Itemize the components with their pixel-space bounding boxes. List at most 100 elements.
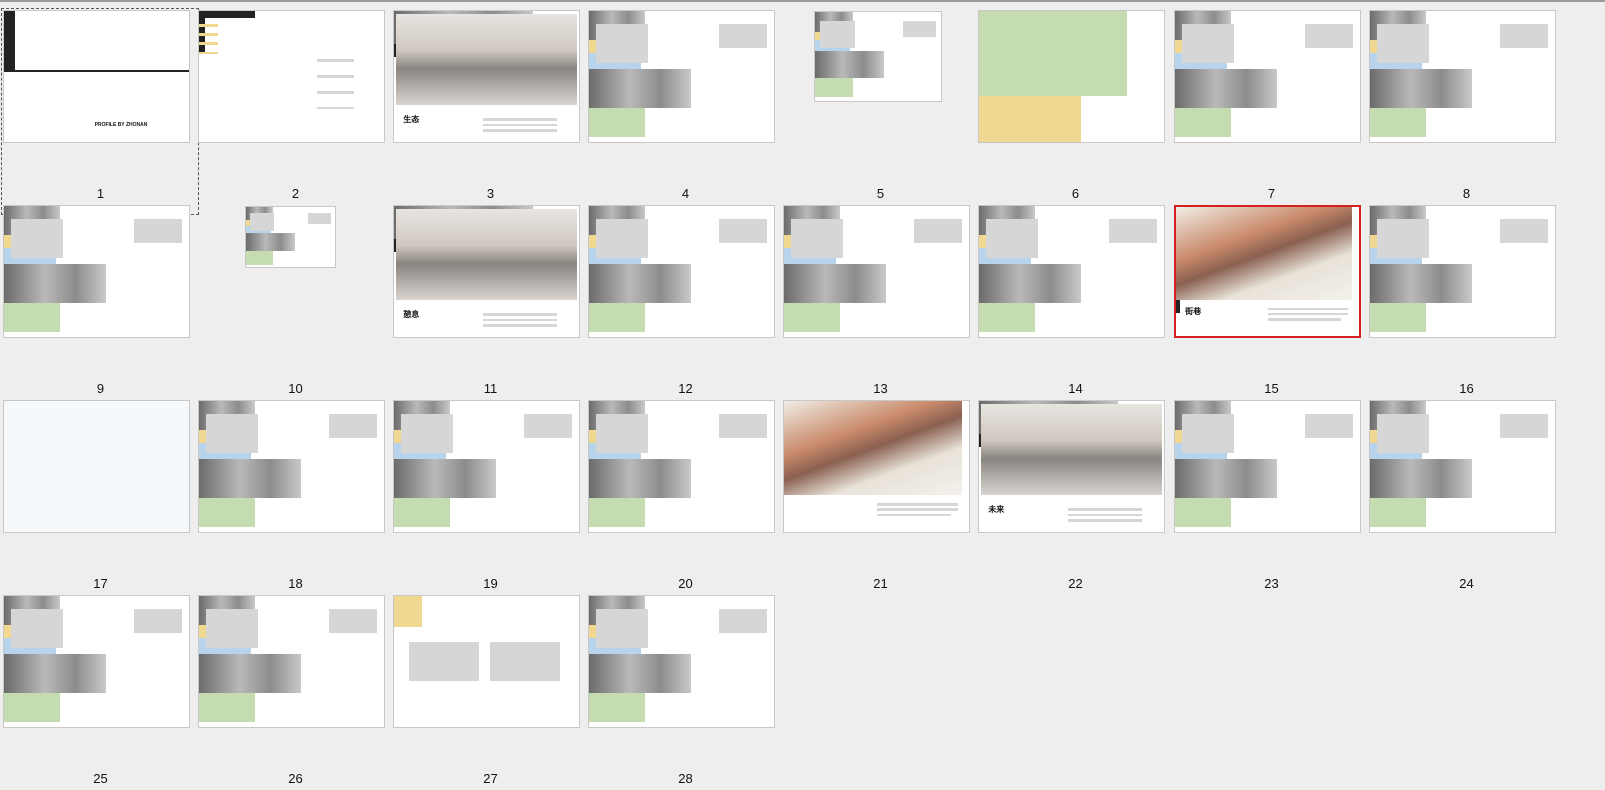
thumb-graphic xyxy=(482,313,557,317)
thumb-graphic xyxy=(718,609,767,633)
slide-thumbnail[interactable] xyxy=(1369,10,1556,143)
slide-number: 5 xyxy=(876,186,885,201)
slide-number: 23 xyxy=(1264,576,1279,591)
slide-thumbnail[interactable] xyxy=(588,10,775,143)
slide-cell[interactable]: 16 xyxy=(1369,205,1564,400)
slide-cell[interactable]: 10 xyxy=(198,205,393,400)
slide-cell[interactable]: 5 xyxy=(783,10,978,205)
thumb-graphic xyxy=(317,106,355,110)
thumb-graphic xyxy=(791,219,844,259)
slide-thumbnail[interactable] xyxy=(393,595,580,728)
thumb-graphic xyxy=(408,641,480,682)
slide-thumbnail[interactable] xyxy=(198,400,385,533)
slide-cell[interactable]: 街巷 15 xyxy=(1174,205,1369,400)
slide-cell[interactable]: 2 xyxy=(198,10,393,205)
thumb-graphic xyxy=(589,107,645,137)
slide-cell[interactable]: 12 xyxy=(588,205,783,400)
thumb-graphic xyxy=(876,513,951,517)
thumb-graphic xyxy=(206,414,259,454)
slide-thumbnail[interactable] xyxy=(3,205,190,338)
thumb-graphic xyxy=(1370,458,1472,498)
slide-cell[interactable]: 21 xyxy=(783,400,978,595)
thumb-graphic xyxy=(11,609,64,649)
slide-thumbnail[interactable]: PROFILE BY ZHONAN xyxy=(3,10,190,143)
slide-thumbnail[interactable] xyxy=(783,400,970,533)
slide-thumbnail[interactable] xyxy=(3,595,190,728)
thumb-graphic xyxy=(317,90,355,94)
thumb-graphic xyxy=(718,414,767,438)
thumb-graphic xyxy=(979,263,1081,303)
thumb-graphic xyxy=(913,219,962,243)
slide-cell[interactable]: 28 xyxy=(588,595,783,790)
slide-thumbnail[interactable] xyxy=(588,205,775,338)
slide-number: 17 xyxy=(93,576,108,591)
slide-thumbnail[interactable] xyxy=(245,206,336,268)
slide-thumbnail[interactable] xyxy=(588,595,775,728)
thumb-graphic xyxy=(986,219,1039,259)
thumb-graphic xyxy=(820,20,856,48)
slide-thumbnail[interactable] xyxy=(588,400,775,533)
slide-number: 13 xyxy=(873,381,888,396)
slide-cell[interactable]: 24 xyxy=(1369,400,1564,595)
slide-cell[interactable]: 25 xyxy=(3,595,198,790)
slide-cell[interactable]: 憩息 11 xyxy=(393,205,588,400)
thumb-graphic xyxy=(1370,107,1426,137)
slide-cell[interactable]: 7 xyxy=(1174,10,1369,205)
slide-number: 27 xyxy=(483,771,498,786)
thumb-graphic xyxy=(1499,24,1548,48)
slide-thumbnail[interactable] xyxy=(1369,400,1556,533)
slide-thumbnail[interactable] xyxy=(198,10,385,143)
slide-cell[interactable]: 生态 3 xyxy=(393,10,588,205)
slide-cell[interactable]: 20 xyxy=(588,400,783,595)
slide-cell[interactable]: 4 xyxy=(588,10,783,205)
thumb-graphic xyxy=(979,11,1127,97)
slide-cell[interactable]: 19 xyxy=(393,400,588,595)
thumb-graphic xyxy=(482,318,557,322)
slide-thumbnail[interactable] xyxy=(978,205,1165,338)
slide-number: 12 xyxy=(678,381,693,396)
thumb-graphic xyxy=(1377,24,1430,64)
thumb-graphic xyxy=(199,11,255,18)
thumb-graphic xyxy=(394,611,422,628)
slide-cell[interactable]: 13 xyxy=(783,205,978,400)
thumb-graphic xyxy=(784,302,840,332)
slide-thumbnail[interactable] xyxy=(3,400,190,533)
slide-thumbnail[interactable] xyxy=(814,11,942,102)
slide-thumbnail[interactable] xyxy=(783,205,970,338)
slide-cell[interactable]: 17 xyxy=(3,400,198,595)
thumb-graphic xyxy=(1108,219,1157,243)
thumb-graphic xyxy=(4,692,60,722)
slide-thumbnail[interactable] xyxy=(393,400,580,533)
thumb-graphic xyxy=(246,251,273,265)
thumb-graphic xyxy=(589,497,645,527)
slide-cell[interactable]: 8 xyxy=(1369,10,1564,205)
slide-thumbnail[interactable] xyxy=(1174,10,1361,143)
thumb-graphic xyxy=(876,503,958,506)
slide-thumbnail[interactable]: 憩息 xyxy=(393,205,580,338)
slide-number: 24 xyxy=(1459,576,1474,591)
slide-title-text: 憩息 xyxy=(403,310,420,320)
slide-thumbnail[interactable] xyxy=(1174,400,1361,533)
slide-cell[interactable]: 26 xyxy=(198,595,393,790)
slide-cell[interactable]: 27 xyxy=(393,595,588,790)
slide-thumbnail[interactable] xyxy=(1369,205,1556,338)
thumb-graphic xyxy=(815,51,885,78)
thumb-graphic xyxy=(1182,24,1235,64)
slide-cell[interactable]: 18 xyxy=(198,400,393,595)
slide-thumbnail[interactable] xyxy=(978,10,1165,143)
slide-number: 20 xyxy=(678,576,693,591)
thumb-graphic xyxy=(979,302,1035,332)
slide-thumbnail[interactable]: 街巷 xyxy=(1174,205,1361,338)
slide-cell[interactable]: 23 xyxy=(1174,400,1369,595)
slide-thumbnail[interactable]: 生态 xyxy=(393,10,580,143)
slide-cell[interactable]: 9 xyxy=(3,205,198,400)
thumb-graphic xyxy=(596,609,649,649)
thumb-graphic xyxy=(1182,414,1235,454)
slide-thumbnail[interactable] xyxy=(198,595,385,728)
slide-cell[interactable]: PROFILE BY ZHONAN 1 xyxy=(1,8,199,215)
thumb-graphic xyxy=(1175,497,1231,527)
slide-cell[interactable]: 未来 22 xyxy=(978,400,1173,595)
slide-cell[interactable]: 14 xyxy=(978,205,1173,400)
slide-cell[interactable]: 6 xyxy=(978,10,1173,205)
slide-thumbnail[interactable]: 未来 xyxy=(978,400,1165,533)
